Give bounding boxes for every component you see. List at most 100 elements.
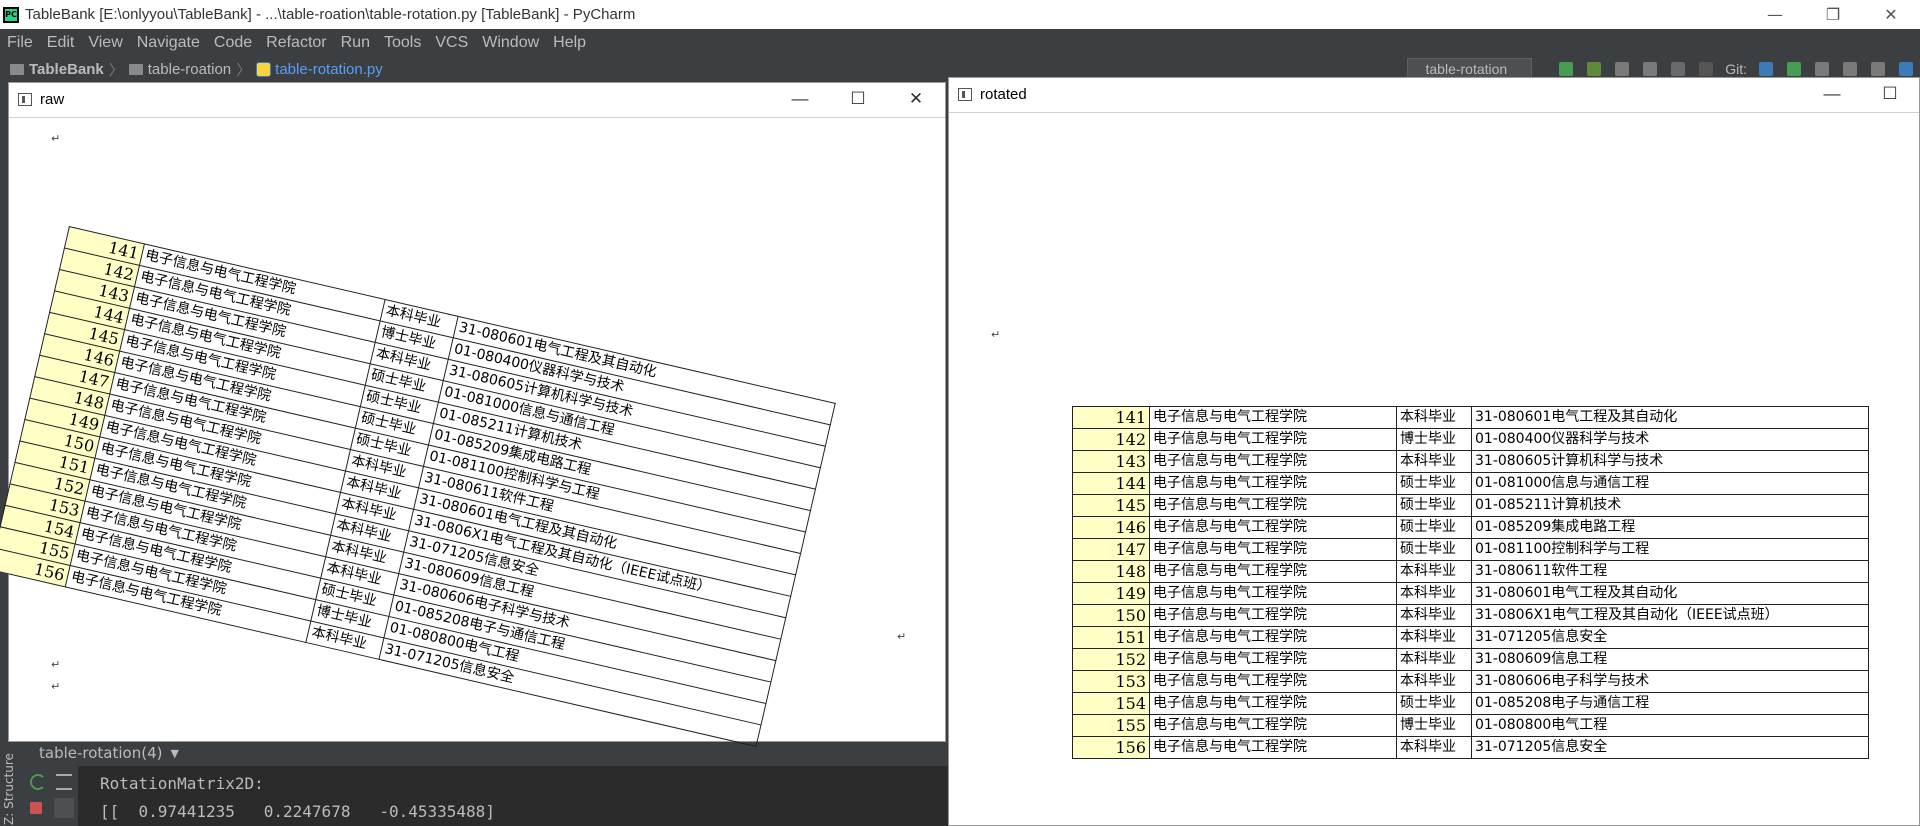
major-cell: 01-081000信息与通信工程	[1471, 472, 1869, 495]
paragraph-mark: ↵	[51, 132, 61, 145]
folder-icon	[10, 63, 24, 75]
close-icon[interactable]: ✕	[1862, 0, 1920, 29]
menu-view[interactable]: View	[81, 34, 129, 52]
school-cell: 电子信息与电气工程学院	[1149, 494, 1397, 517]
menu-help[interactable]: Help	[546, 34, 593, 52]
row-number: 150	[1072, 604, 1150, 627]
structure-tab[interactable]: Z: Structure	[2, 745, 20, 825]
title-bar: PC TableBank [E:\onlyyou\TableBank] - ..…	[0, 0, 1920, 29]
table-row: 153 电子信息与电气工程学院 本科毕业 31-080606电子科学与技术	[1072, 670, 1869, 693]
row-number: 141	[1072, 406, 1150, 429]
major-cell: 01-080800电气工程	[1471, 714, 1869, 737]
maximize-icon[interactable]: ☐	[829, 83, 887, 115]
row-number: 154	[1072, 692, 1150, 715]
chevron-down-icon[interactable]: ▼	[170, 747, 178, 760]
menu-window[interactable]: Window	[475, 34, 546, 52]
lines-icon[interactable]	[56, 774, 72, 790]
search-icon[interactable]	[1871, 62, 1885, 76]
degree-cell: 本科毕业	[1396, 560, 1472, 583]
major-cell: 01-085211计算机技术	[1471, 494, 1869, 517]
menu-file[interactable]: File	[0, 34, 40, 52]
menu-tools[interactable]: Tools	[377, 34, 428, 52]
breadcrumb-separator: 〉	[108, 61, 124, 79]
row-number: 142	[1072, 428, 1150, 451]
console-output: RotationMatrix2D: [[ 0.97441235 0.2247678…	[100, 770, 495, 826]
vcs-update-icon[interactable]	[1759, 62, 1773, 76]
breadcrumb-folder[interactable]: table-roation	[148, 61, 231, 78]
row-number: 144	[1072, 472, 1150, 495]
minimize-icon[interactable]: —	[1746, 0, 1804, 29]
history-icon[interactable]	[1815, 62, 1829, 76]
major-cell: 01-085208电子与通信工程	[1471, 692, 1869, 715]
raw-image-canvas: ↵ ↵ ↵ ↵ 141 电子信息与电气工程学院 本科毕业 31-080601电气工程及…	[0, 117, 945, 747]
raw-window-titlebar[interactable]: raw — ☐ ✕	[9, 83, 945, 115]
rerun-icon[interactable]	[30, 774, 46, 790]
folder-icon	[128, 63, 143, 75]
row-number: 155	[1072, 714, 1150, 737]
rotated-window-controls: — ☐	[1803, 78, 1919, 110]
menu-run[interactable]: Run	[334, 34, 377, 52]
major-cell: 31-080601电气工程及其自动化	[1471, 582, 1869, 605]
raw-rotated-table: 141 电子信息与电气工程学院 本科毕业 31-080601电气工程及其自动化 142 电…	[0, 226, 836, 747]
menu-refactor[interactable]: Refactor	[259, 34, 333, 52]
row-number: 151	[1072, 626, 1150, 649]
major-cell: 31-071205信息安全	[1471, 736, 1869, 759]
major-cell: 31-080606电子科学与技术	[1471, 670, 1869, 693]
vcs-commit-icon[interactable]	[1787, 62, 1801, 76]
school-cell: 电子信息与电气工程学院	[1149, 604, 1397, 627]
maximize-icon[interactable]: ☐	[1861, 78, 1919, 110]
degree-cell: 本科毕业	[1396, 626, 1472, 649]
rotated-image-canvas: ↵ 141 电子信息与电气工程学院 本科毕业 31-080601电气工程及其自动化 14…	[949, 112, 1919, 825]
revert-icon[interactable]	[1843, 62, 1857, 76]
rotated-table: 141 电子信息与电气工程学院 本科毕业 31-080601电气工程及其自动化 142 电…	[1072, 406, 1869, 759]
table-row: 150 电子信息与电气工程学院 本科毕业 31-0806X1电气工程及其自动化（IEE…	[1072, 604, 1869, 627]
coverage-icon[interactable]	[1615, 62, 1630, 76]
paragraph-mark: ↵	[991, 328, 1001, 341]
build-icon[interactable]	[1671, 62, 1686, 76]
major-cell: 01-081100控制科学与工程	[1471, 538, 1869, 561]
row-number: 149	[1072, 582, 1150, 605]
run-panel: table-rotation(4) ▼ RotationMatrix2D: [[ …	[22, 740, 950, 826]
school-cell: 电子信息与电气工程学院	[1149, 582, 1397, 605]
school-cell: 电子信息与电气工程学院	[1149, 670, 1397, 693]
school-cell: 电子信息与电气工程学院	[1149, 648, 1397, 671]
stop-icon[interactable]	[1699, 62, 1714, 76]
run-tab-header: table-rotation(4) ▼	[22, 740, 950, 766]
degree-cell: 本科毕业	[1396, 604, 1472, 627]
window-title: TableBank [E:\onlyyou\TableBank] - ...\t…	[25, 6, 636, 23]
restore-icon[interactable]: ❐	[1804, 0, 1862, 29]
window-icon	[18, 92, 32, 106]
row-number: 153	[1072, 670, 1150, 693]
degree-cell: 博士毕业	[1396, 428, 1472, 451]
menu-code[interactable]: Code	[207, 34, 259, 52]
menu-navigate[interactable]: Navigate	[130, 34, 207, 52]
degree-cell: 本科毕业	[1396, 450, 1472, 473]
breadcrumb-project[interactable]: TableBank	[29, 61, 104, 78]
school-cell: 电子信息与电气工程学院	[1149, 560, 1397, 583]
major-cell: 01-085209集成电路工程	[1471, 516, 1869, 539]
school-cell: 电子信息与电气工程学院	[1149, 450, 1397, 473]
table-row: 152 电子信息与电气工程学院 本科毕业 31-080609信息工程	[1072, 648, 1869, 671]
run-tab-label[interactable]: table-rotation(4)	[39, 744, 162, 762]
close-icon[interactable]: ✕	[887, 83, 945, 115]
minimize-icon[interactable]: —	[1803, 78, 1861, 110]
stop-icon[interactable]	[30, 802, 42, 814]
settings-icon[interactable]	[1899, 62, 1913, 76]
school-cell: 电子信息与电气工程学院	[1149, 692, 1397, 715]
school-cell: 电子信息与电气工程学院	[1149, 406, 1397, 429]
console-line: RotationMatrix2D:	[100, 774, 264, 793]
minimize-icon[interactable]: —	[771, 83, 829, 115]
table-row: 148 电子信息与电气工程学院 本科毕业 31-080611软件工程	[1072, 560, 1869, 583]
menu-edit[interactable]: Edit	[40, 34, 82, 52]
school-cell: 电子信息与电气工程学院	[1149, 428, 1397, 451]
table-row: 145 电子信息与电气工程学院 硕士毕业 01-085211计算机技术	[1072, 494, 1869, 517]
run-icon[interactable]	[1559, 62, 1574, 76]
menu-vcs[interactable]: VCS	[428, 34, 475, 52]
scroll-to-end-icon[interactable]	[54, 798, 74, 818]
table-row: 144 电子信息与电气工程学院 硕士毕业 01-081000信息与通信工程	[1072, 472, 1869, 495]
debug-icon[interactable]	[1587, 62, 1602, 76]
profile-icon[interactable]	[1643, 62, 1658, 76]
rotated-window-title: rotated	[980, 85, 1027, 103]
breadcrumb-file[interactable]: table-rotation.py	[275, 61, 383, 78]
rotated-window-titlebar[interactable]: rotated — ☐	[949, 78, 1919, 110]
